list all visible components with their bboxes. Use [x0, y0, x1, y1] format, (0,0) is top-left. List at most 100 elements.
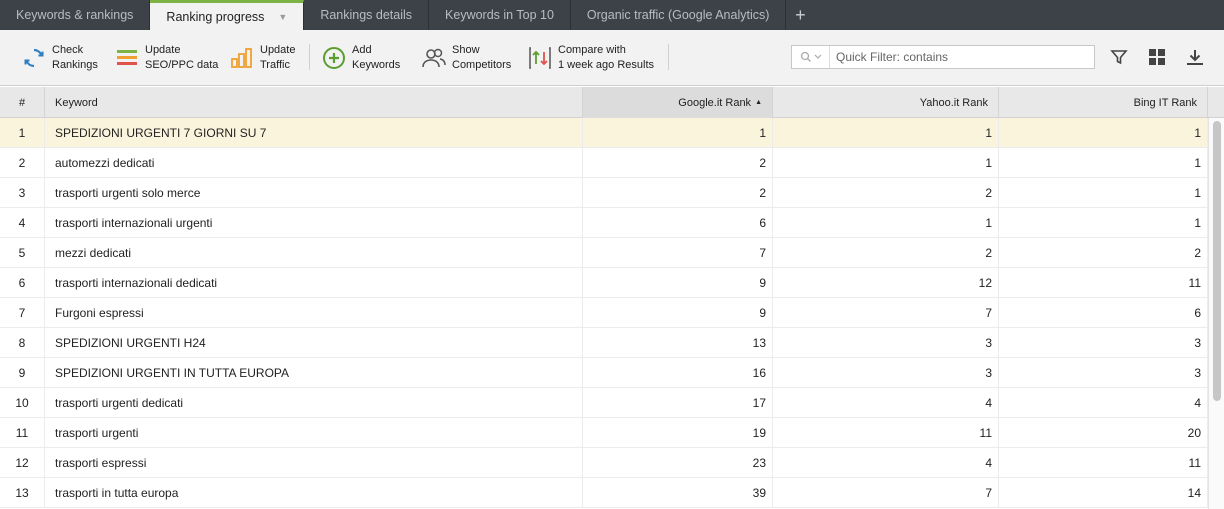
toolbar: Check Rankings Update SEO/PPC data Updat…	[0, 30, 1224, 86]
compare-button[interactable]: Compare with 1 week ago Results	[528, 42, 654, 74]
compare-arrows-icon	[528, 46, 552, 70]
tab-label: Organic traffic (Google Analytics)	[586, 8, 770, 22]
google-rank-cell: 6	[583, 208, 773, 238]
check-rankings-label: Check Rankings	[52, 44, 98, 71]
table-row[interactable]: 12 trasporti espressi 23 4 11	[0, 448, 1208, 478]
show-competitors-label: Show Competitors	[452, 44, 512, 71]
toolbar-divider	[668, 44, 669, 70]
keyword-cell: trasporti internazionali urgenti	[45, 208, 583, 238]
tab-label: Ranking progress	[166, 9, 265, 24]
add-keywords-button[interactable]: Add Keywords	[322, 42, 400, 74]
table-row[interactable]: 9 SPEDIZIONI URGENTI IN TUTTA EUROPA 16 …	[0, 358, 1208, 388]
bing-rank-cell: 1	[999, 118, 1208, 148]
yahoo-rank-cell: 3	[773, 358, 999, 388]
table-row[interactable]: 7 Furgoni espressi 9 7 6	[0, 298, 1208, 328]
col-header-google[interactable]: Google.it Rank ▲	[583, 87, 773, 118]
col-header-label: Yahoo.it Rank	[919, 96, 988, 109]
row-number: 10	[0, 388, 45, 418]
table-row[interactable]: 10 trasporti urgenti dedicati 17 4 4	[0, 388, 1208, 418]
filter-icon[interactable]	[1109, 47, 1129, 67]
compare-label: Compare with 1 week ago Results	[558, 44, 654, 71]
google-rank-cell: 16	[583, 358, 773, 388]
update-traffic-button[interactable]: Update Traffic	[230, 42, 295, 74]
add-tab-button[interactable]: +	[786, 0, 814, 30]
keyword-cell: mezzi dedicati	[45, 238, 583, 268]
table-row[interactable]: 8 SPEDIZIONI URGENTI H24 13 3 3	[0, 328, 1208, 358]
toolbar-divider	[309, 44, 310, 70]
table-row[interactable]: 1 SPEDIZIONI URGENTI 7 GIORNI SU 7 1 1 1	[0, 118, 1208, 148]
update-seo-button[interactable]: Update SEO/PPC data	[115, 42, 218, 74]
bing-rank-cell: 11	[999, 448, 1208, 478]
table-row[interactable]: 11 trasporti urgenti 19 11 20	[0, 418, 1208, 448]
keyword-cell: Furgoni espressi	[45, 298, 583, 328]
col-header-keyword[interactable]: Keyword	[45, 87, 583, 118]
bing-rank-cell: 4	[999, 388, 1208, 418]
show-competitors-button[interactable]: Show Competitors	[422, 42, 511, 74]
row-number: 8	[0, 328, 45, 358]
table-row[interactable]: 4 trasporti internazionali urgenti 6 1 1	[0, 208, 1208, 238]
grid-rows: 1 SPEDIZIONI URGENTI 7 GIORNI SU 7 1 1 1…	[0, 118, 1208, 508]
google-rank-cell: 9	[583, 268, 773, 298]
col-header-bing[interactable]: Bing IT Rank	[999, 87, 1208, 118]
google-rank-cell: 17	[583, 388, 773, 418]
table-row[interactable]: 13 trasporti in tutta europa 39 7 14	[0, 478, 1208, 508]
bing-rank-cell: 3	[999, 358, 1208, 388]
keyword-cell: SPEDIZIONI URGENTI H24	[45, 328, 583, 358]
bing-rank-cell: 3	[999, 328, 1208, 358]
yahoo-rank-cell: 7	[773, 298, 999, 328]
quick-filter-input[interactable]	[830, 47, 1094, 67]
yahoo-rank-cell: 2	[773, 178, 999, 208]
yahoo-rank-cell: 3	[773, 328, 999, 358]
chevron-down-icon[interactable]: ▼	[278, 12, 287, 22]
tab-label: Rankings details	[320, 8, 413, 22]
row-number: 12	[0, 448, 45, 478]
row-number: 6	[0, 268, 45, 298]
tab-rankings-details[interactable]: Rankings details	[304, 0, 430, 30]
yahoo-rank-cell: 4	[773, 448, 999, 478]
tab-keywords-rankings[interactable]: Keywords & rankings	[0, 0, 151, 30]
table-row[interactable]: 3 trasporti urgenti solo merce 2 2 1	[0, 178, 1208, 208]
col-header-yahoo[interactable]: Yahoo.it Rank	[773, 87, 999, 118]
row-number: 7	[0, 298, 45, 328]
search-dropdown-icon[interactable]	[792, 46, 830, 68]
col-header-number[interactable]: #	[0, 87, 45, 118]
table-row[interactable]: 2 automezzi dedicati 2 1 1	[0, 148, 1208, 178]
google-rank-cell: 19	[583, 418, 773, 448]
bing-rank-cell: 2	[999, 238, 1208, 268]
yahoo-rank-cell: 7	[773, 478, 999, 508]
sort-ascending-icon: ▲	[755, 99, 762, 106]
bing-rank-cell: 1	[999, 148, 1208, 178]
bing-rank-cell: 1	[999, 208, 1208, 238]
bing-rank-cell: 11	[999, 268, 1208, 298]
scrollbar-thumb[interactable]	[1213, 121, 1221, 401]
traffic-chart-icon	[230, 46, 254, 70]
google-rank-cell: 9	[583, 298, 773, 328]
check-rankings-button[interactable]: Check Rankings	[22, 42, 98, 74]
vertical-scrollbar[interactable]	[1208, 118, 1224, 509]
tab-ranking-progress[interactable]: Ranking progress ▼	[150, 0, 305, 30]
users-icon	[422, 46, 446, 70]
yahoo-rank-cell: 11	[773, 418, 999, 448]
tab-organic-traffic[interactable]: Organic traffic (Google Analytics)	[571, 0, 787, 30]
row-number: 9	[0, 358, 45, 388]
yahoo-rank-cell: 1	[773, 208, 999, 238]
update-seo-label: Update SEO/PPC data	[145, 44, 219, 71]
tab-label: Keywords & rankings	[16, 8, 134, 22]
table-row[interactable]: 6 trasporti internazionali dedicati 9 12…	[0, 268, 1208, 298]
row-number: 3	[0, 178, 45, 208]
google-rank-cell: 2	[583, 148, 773, 178]
keyword-cell: automezzi dedicati	[45, 148, 583, 178]
table-row[interactable]: 5 mezzi dedicati 7 2 2	[0, 238, 1208, 268]
google-rank-cell: 39	[583, 478, 773, 508]
layout-grid-icon[interactable]	[1147, 47, 1167, 67]
bing-rank-cell: 20	[999, 418, 1208, 448]
yahoo-rank-cell: 12	[773, 268, 999, 298]
tab-keywords-top10[interactable]: Keywords in Top 10	[429, 0, 571, 30]
row-number: 2	[0, 148, 45, 178]
row-number: 4	[0, 208, 45, 238]
row-number: 13	[0, 478, 45, 508]
google-rank-cell: 1	[583, 118, 773, 148]
keyword-cell: SPEDIZIONI URGENTI 7 GIORNI SU 7	[45, 118, 583, 148]
download-icon[interactable]	[1185, 47, 1205, 67]
google-rank-cell: 2	[583, 178, 773, 208]
